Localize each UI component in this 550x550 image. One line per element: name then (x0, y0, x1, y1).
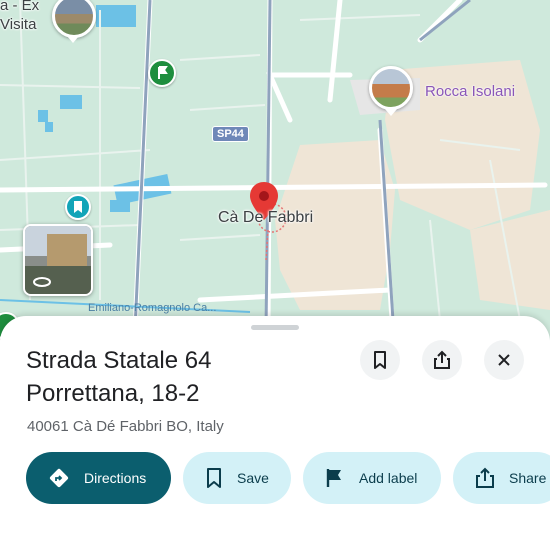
save-icon-button[interactable] (360, 340, 400, 380)
close-button[interactable] (484, 340, 524, 380)
bookmark-poi-marker[interactable] (65, 194, 91, 220)
map-label-canal: Emiliano-Romagnolo Ca... (88, 302, 217, 314)
bookmark-outline-icon (207, 468, 221, 488)
directions-icon (49, 468, 69, 488)
flag-icon (158, 66, 168, 79)
directions-label: Directions (84, 470, 147, 486)
add-label-button[interactable]: Add label (303, 452, 441, 504)
map-view[interactable]: a - Ex Visita SP44 Rocca Isolani Cà De F… (0, 0, 550, 340)
place-photo-marker-top-tip (67, 36, 79, 43)
place-title-line2: Porrettana, 18-2 (26, 380, 200, 407)
bookmark-icon (74, 201, 82, 213)
map-label-top-left: a - Ex Visita (0, 0, 39, 34)
place-photo-marker-rocca[interactable] (369, 66, 413, 110)
map-label-town: Cà De Fabbri (218, 209, 314, 226)
share-label: Share (509, 470, 547, 486)
map-label-top-left-line2: Visita (0, 16, 37, 33)
share-icon-button[interactable] (422, 340, 462, 380)
map-label-top-left-line1: a - Ex (0, 0, 40, 14)
drag-handle[interactable] (251, 325, 299, 330)
save-label: Save (237, 470, 269, 486)
rotate-360-icon (33, 277, 51, 287)
place-title-line1: Strada Statale 64 (26, 347, 212, 374)
save-button[interactable]: Save (183, 452, 291, 504)
share-icon (434, 350, 450, 369)
action-buttons-row: Directions Save Add label Share (26, 452, 550, 504)
road-shield-sp44: SP44 (212, 126, 249, 142)
add-label-label: Add label (359, 470, 418, 486)
place-title: Strada Statale 64 Porrettana, 18-2 (26, 344, 356, 410)
share-icon (476, 467, 494, 488)
green-poi-marker[interactable] (148, 59, 176, 87)
flag-icon (326, 469, 341, 487)
place-address: 40061 Cà Dé Fabbri BO, Italy (27, 418, 224, 435)
bookmark-outline-icon (374, 351, 386, 369)
map-label-rocca-isolani[interactable]: Rocca Isolani (425, 83, 515, 100)
place-photo-marker-rocca-tip (385, 109, 397, 116)
place-bottom-sheet[interactable]: Strada Statale 64 Porrettana, 18-2 40061… (0, 316, 550, 550)
street-view-thumbnail[interactable] (23, 224, 93, 296)
close-icon (498, 354, 510, 366)
share-button[interactable]: Share (453, 452, 550, 504)
directions-button[interactable]: Directions (26, 452, 171, 504)
